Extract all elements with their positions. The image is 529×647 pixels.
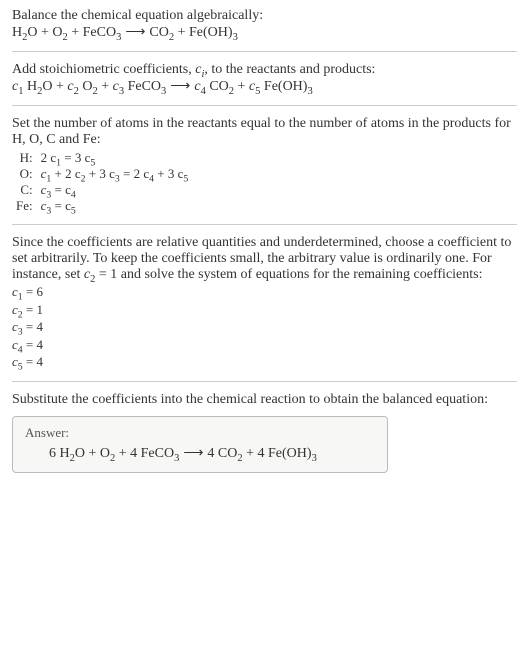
substitute-text: Substitute the coefficients into the che…	[12, 392, 517, 408]
coeff-line: c4 = 4	[12, 336, 517, 354]
t: + 2 c	[51, 166, 80, 181]
t: 2 c	[41, 150, 57, 165]
v: = 4	[23, 354, 43, 369]
choose-coeff: Since the coefficients are relative quan…	[12, 235, 517, 371]
v: = 4	[23, 337, 43, 352]
txt: + 4 FeCO	[115, 446, 174, 461]
txt: 6 H	[49, 446, 70, 461]
equation-cell: c3 = c5	[37, 198, 193, 214]
prompt-header: Balance the chemical equation algebraica…	[12, 8, 517, 41]
t: = 2 c	[120, 166, 149, 181]
txt: FeCO	[124, 79, 161, 94]
txt: Add stoichiometric coefficients,	[12, 62, 195, 77]
equation-cell: c1 + 2 c2 + 3 c3 = 2 c4 + 3 c5	[37, 166, 193, 182]
solved-coeffs: c1 = 6 c2 = 1 c3 = 4 c4 = 4 c5 = 4	[12, 283, 517, 371]
txt: O	[79, 79, 93, 94]
answer-label: Answer:	[25, 425, 375, 441]
stoich-intro: Add stoichiometric coefficients, ci, to …	[12, 62, 517, 95]
txt: CO	[206, 79, 229, 94]
v: = 6	[23, 284, 43, 299]
txt: +	[234, 79, 249, 94]
element-label: O:	[12, 166, 37, 182]
answer-box: Answer: 6 H2O + O2 + 4 FeCO3 ⟶ 4 CO2 + 4…	[12, 416, 388, 473]
atom-balance: Set the number of atoms in the reactants…	[12, 116, 517, 214]
txt: + 4 Fe(OH)	[243, 446, 312, 461]
sub: 3	[307, 86, 312, 97]
balanced-equation: 6 H2O + O2 + 4 FeCO3 ⟶ 4 CO2 + 4 Fe(OH)3	[25, 445, 375, 462]
txt: H	[12, 25, 22, 40]
sub: 3	[312, 453, 317, 464]
s: 5	[71, 206, 76, 217]
arrow-icon: ⟶	[121, 24, 149, 41]
equation-cell: 2 c1 = 3 c5	[37, 150, 193, 166]
divider	[12, 224, 517, 225]
txt: O +	[42, 79, 67, 94]
txt: + Fe(OH)	[174, 25, 232, 40]
txt: 4 CO	[207, 446, 237, 461]
arrow-icon: ⟶	[166, 78, 194, 95]
coeff-equation: c1 H2O + c2 O2 + c3 FeCO3 ⟶ c4 CO2 + c5 …	[12, 79, 313, 94]
element-label: Fe:	[12, 198, 37, 214]
t: + 3 c	[154, 166, 183, 181]
v: = 4	[23, 319, 43, 334]
txt: , to the reactants and products:	[204, 62, 375, 77]
coeff-line: c3 = 4	[12, 318, 517, 336]
element-label: C:	[12, 182, 37, 198]
txt: Substitute the coefficients into the che…	[12, 392, 488, 407]
txt: Fe(OH)	[260, 79, 307, 94]
txt: CO	[149, 25, 168, 40]
prompt-line1: Balance the chemical equation algebraica…	[12, 8, 263, 23]
txt: H	[23, 79, 37, 94]
atom-table: H: 2 c1 = 3 c5 O: c1 + 2 c2 + 3 c3 = 2 c…	[12, 150, 192, 214]
txt: O + O	[27, 25, 62, 40]
divider	[12, 381, 517, 382]
t: = c	[51, 198, 71, 213]
s: 5	[183, 174, 188, 185]
divider	[12, 105, 517, 106]
table-row: Fe: c3 = c5	[12, 198, 192, 214]
table-row: O: c1 + 2 c2 + 3 c3 = 2 c4 + 3 c5	[12, 166, 192, 182]
txt: + FeCO	[68, 25, 116, 40]
t: + 3 c	[86, 166, 115, 181]
atoms-intro: Set the number of atoms in the reactants…	[12, 116, 511, 147]
txt: +	[98, 79, 113, 94]
coeff-line: c2 = 1	[12, 301, 517, 319]
coeff-line: c1 = 6	[12, 283, 517, 301]
txt: O + O	[75, 446, 110, 461]
table-row: H: 2 c1 = 3 c5	[12, 150, 192, 166]
coeff-line: c5 = 4	[12, 353, 517, 371]
t: = 3 c	[61, 150, 90, 165]
v: = 1	[23, 302, 43, 317]
element-label: H:	[12, 150, 37, 166]
divider	[12, 51, 517, 52]
table-row: C: c3 = c4	[12, 182, 192, 198]
t: = c	[51, 182, 71, 197]
txt: = 1 and solve the system of equations fo…	[95, 267, 482, 282]
unbalanced-equation: H2O + O2 + FeCO3 ⟶ CO2 + Fe(OH)3	[12, 25, 238, 40]
arrow-icon: ⟶	[179, 445, 207, 462]
sub: 3	[233, 32, 238, 43]
